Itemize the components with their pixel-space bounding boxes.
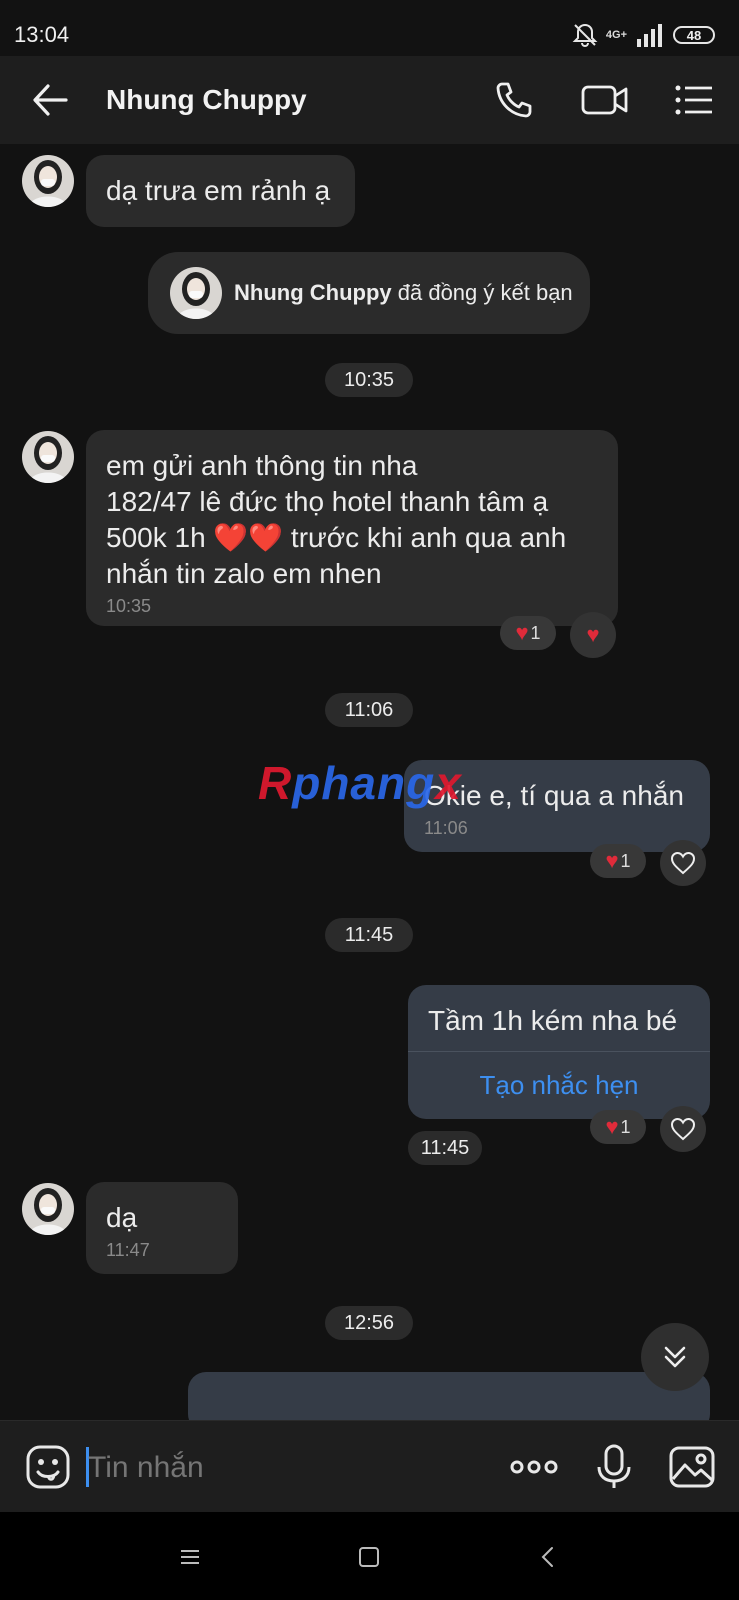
heart-outline-icon xyxy=(670,851,696,875)
message-composer xyxy=(0,1420,739,1512)
heart-icon: ♥ xyxy=(605,848,619,873)
react-button[interactable] xyxy=(660,1106,706,1152)
heart-icon: ♥ xyxy=(586,622,600,647)
video-call-icon[interactable] xyxy=(580,78,630,122)
message-bubble-outgoing[interactable]: Tầm 1h kém nha bé Tạo nhắc hẹn xyxy=(408,985,710,1119)
avatar[interactable] xyxy=(22,1183,74,1235)
image-icon[interactable] xyxy=(668,1443,716,1491)
status-icons: 4G+ 48 xyxy=(572,20,715,50)
message-bubble[interactable]: em gửi anh thông tin nha 182/47 lê đức t… xyxy=(86,430,618,626)
avatar xyxy=(170,267,222,319)
mute-bell-icon xyxy=(572,23,598,48)
heart-emoji: ❤️❤️ xyxy=(213,522,284,553)
message-text: Okie e, tí qua a nhắn xyxy=(424,780,684,811)
message-text: dạ trưa em rảnh ạ xyxy=(106,175,331,206)
message-line: em gửi anh thông tin nha xyxy=(106,450,418,481)
battery-level: 48 xyxy=(686,27,702,43)
system-notice: Nhung Chuppy đã đồng ý kết bạn xyxy=(148,252,590,334)
back-arrow-icon[interactable] xyxy=(30,80,70,120)
time-divider: 10:35 xyxy=(325,363,413,397)
reaction-count[interactable]: ♥ 1 xyxy=(590,844,646,878)
heart-outline-icon xyxy=(670,1117,696,1141)
avatar[interactable] xyxy=(22,431,74,483)
reaction-number: 1 xyxy=(620,850,631,871)
contact-name[interactable]: Nhung Chuppy xyxy=(106,84,307,116)
message-time-pill: 11:45 xyxy=(408,1131,482,1165)
message-input[interactable] xyxy=(88,1451,468,1485)
more-icon[interactable] xyxy=(508,1443,560,1491)
watermark-logo: Rphangx xyxy=(258,756,462,810)
message-line: 500k 1h ❤️❤️ trước khi anh qua anh xyxy=(106,520,598,556)
recents-menu-icon[interactable] xyxy=(175,1542,205,1572)
signal-icon xyxy=(637,24,662,47)
phone-icon[interactable] xyxy=(492,78,536,122)
message-bubble[interactable]: dạ 11:47 xyxy=(86,1182,238,1274)
message-bubble-outgoing[interactable] xyxy=(188,1372,710,1420)
reaction-number: 1 xyxy=(530,622,541,643)
react-button[interactable]: ♥ xyxy=(570,612,616,658)
network-type: 4G+ xyxy=(605,28,627,41)
chat-header: Nhung Chuppy xyxy=(0,56,739,144)
message-fragment: trước khi anh qua anh xyxy=(283,522,567,553)
message-line: nhắn tin zalo em nhen xyxy=(106,558,382,589)
create-reminder-link[interactable]: Tạo nhắc hẹn xyxy=(408,1052,710,1101)
avatar[interactable] xyxy=(22,155,74,207)
watermark-part: x xyxy=(435,757,462,809)
reaction-number: 1 xyxy=(620,1116,631,1137)
react-button[interactable] xyxy=(660,840,706,886)
scroll-to-bottom-button[interactable] xyxy=(641,1323,709,1391)
system-contact-name: Nhung Chuppy xyxy=(234,280,392,305)
status-time: 13:04 xyxy=(14,22,70,47)
message-fragment: 500k 1h xyxy=(106,522,214,553)
battery-icon: 48 xyxy=(673,26,715,44)
chat-area[interactable]: dạ trưa em rảnh ạ Nhung Chuppy đã đồng ý… xyxy=(0,144,739,1420)
reaction-count[interactable]: ♥ 1 xyxy=(590,1110,646,1144)
message-time: 11:06 xyxy=(424,818,468,838)
chevron-down-icon xyxy=(664,1346,686,1368)
time-divider: 12:56 xyxy=(325,1306,413,1340)
message-text: Tầm 1h kém nha bé xyxy=(428,1005,678,1036)
watermark-part: R xyxy=(258,757,293,809)
emoji-icon[interactable] xyxy=(24,1443,72,1491)
system-navigation-bar xyxy=(0,1512,739,1600)
watermark-part: phang xyxy=(292,757,436,809)
system-text: Nhung Chuppy đã đồng ý kết bạn xyxy=(234,280,573,306)
message-line: 182/47 lê đức thọ hotel thanh tâm ạ xyxy=(106,486,549,517)
system-action: đã đồng ý kết bạn xyxy=(391,280,573,305)
time-divider: 11:45 xyxy=(325,918,413,952)
back-chevron-icon[interactable] xyxy=(533,1542,563,1572)
status-bar: 13:04 4G+ 48 xyxy=(0,0,739,56)
heart-icon: ♥ xyxy=(605,1114,619,1139)
message-bubble[interactable]: dạ trưa em rảnh ạ xyxy=(86,155,355,227)
message-text: dạ xyxy=(106,1202,138,1233)
heart-icon: ♥ xyxy=(515,620,529,645)
message-time: 10:35 xyxy=(106,596,152,616)
time-divider: 11:06 xyxy=(325,693,413,727)
home-square-icon[interactable] xyxy=(354,1542,384,1572)
message-time: 11:47 xyxy=(106,1240,150,1260)
reaction-count[interactable]: ♥ 1 xyxy=(500,616,556,650)
microphone-icon[interactable] xyxy=(590,1443,638,1491)
menu-list-icon[interactable] xyxy=(672,78,716,122)
